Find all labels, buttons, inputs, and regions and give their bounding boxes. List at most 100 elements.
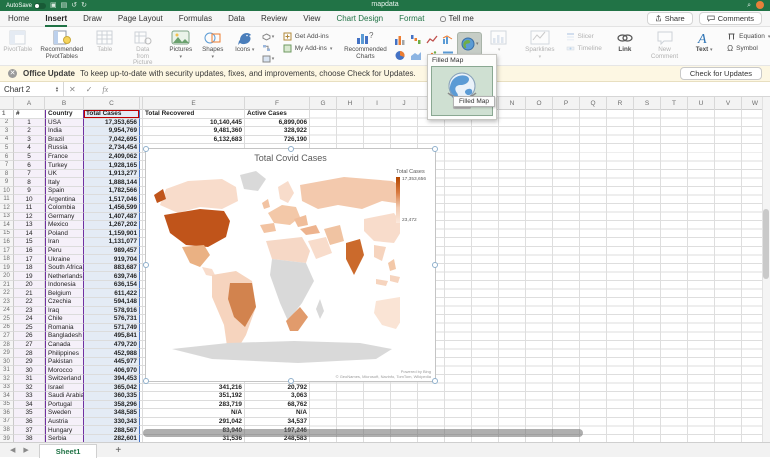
row-number[interactable]: 10 [0,187,14,196]
grid-cell[interactable]: 1,456,599 [84,204,140,213]
tab-chart-design[interactable]: Chart Design [328,11,391,27]
grid-cell[interactable]: Germany [45,213,84,222]
grid-cell[interactable]: Russia [45,144,84,153]
grid-cell[interactable]: Active Cases [245,110,310,119]
grid-cell[interactable]: 365,042 [84,384,140,393]
grid-cell[interactable]: 31 [14,375,45,384]
grid-cell[interactable]: 611,422 [84,289,140,298]
grid-cell[interactable]: 989,457 [84,247,140,256]
grid-cell[interactable]: 24 [14,315,45,324]
text-button[interactable]: A Text ▾ [689,29,719,55]
grid-cell[interactable]: 639,746 [84,272,140,281]
grid-cell[interactable]: 9,954,769 [84,127,140,136]
grid-cell[interactable]: 406,970 [84,366,140,375]
grid-cell[interactable]: USA [45,119,84,128]
grid-cell[interactable]: 29 [14,358,45,367]
grid-cell[interactable]: 26 [14,332,45,341]
cancel-entry-icon[interactable]: ✕ [64,85,81,94]
prev-sheet-icon[interactable]: ◀ [10,446,15,454]
comments-button[interactable]: Comments [699,12,762,25]
grid-cell[interactable]: 19 [14,272,45,281]
timeline-button[interactable]: Timeline [566,44,602,53]
grid-cell[interactable]: 23 [14,307,45,316]
next-sheet-icon[interactable]: ▶ [23,446,28,454]
chart-handle-e[interactable] [432,262,438,268]
row-number[interactable]: 8 [0,170,14,179]
share-button[interactable]: Share [647,12,693,25]
shapes-button[interactable]: Shapes ▾ [198,29,228,61]
grid-cell[interactable]: 291,042 [143,418,245,427]
line-chart-icon[interactable] [424,32,439,47]
grid-cell[interactable]: 35 [14,409,45,418]
grid-cell[interactable]: 36 [14,418,45,427]
grid-cell[interactable]: Mexico [45,221,84,230]
grid-cell[interactable]: Sweden [45,409,84,418]
grid-cell[interactable]: Israel [45,384,84,393]
column-header-Q[interactable]: Q [580,97,607,110]
grid-cell[interactable]: 9 [14,187,45,196]
row-number[interactable]: 27 [0,332,14,341]
row-number[interactable]: 22 [0,289,14,298]
grid-cell[interactable]: 6,132,683 [143,136,245,145]
filled-map-option[interactable] [431,66,493,116]
column-header-R[interactable]: R [607,97,634,110]
row-number[interactable]: 6 [0,153,14,162]
column-header-E[interactable]: E [143,97,245,110]
table-button[interactable]: Table [90,29,120,55]
row-number[interactable]: 11 [0,195,14,204]
grid-cell[interactable]: 17,353,656 [84,119,140,128]
row-number[interactable]: 24 [0,307,14,316]
grid-cell[interactable]: Total Recovered [143,110,245,119]
column-header-N[interactable]: N [499,97,526,110]
grid-cell[interactable]: Italy [45,178,84,187]
row-number[interactable]: 19 [0,264,14,273]
recommended-pivottables-button[interactable]: Recommended PivotTables [36,29,88,61]
grid-cell[interactable]: UK [45,170,84,179]
grid-cell[interactable]: 576,731 [84,315,140,324]
sheet-tab-sheet1[interactable]: Sheet1 [39,444,98,458]
grid-cell[interactable]: 1,517,046 [84,195,140,204]
grid-cell[interactable]: 578,916 [84,307,140,316]
print-icon[interactable]: ▤ [61,2,68,9]
tab-draw[interactable]: Draw [75,11,110,27]
grid-cell[interactable]: 28 [14,349,45,358]
row-number[interactable]: 7 [0,161,14,170]
grid-cell[interactable]: 5 [14,153,45,162]
grid-cell[interactable]: Spain [45,187,84,196]
pie-chart-icon[interactable] [392,48,407,63]
grid-cell[interactable]: 6 [14,161,45,170]
grid-cell[interactable]: 360,335 [84,392,140,401]
grid-cell[interactable]: 32 [14,384,45,393]
row-number[interactable]: 38 [0,426,14,435]
grid-cell[interactable]: 11 [14,204,45,213]
grid-cell[interactable]: Total Cases [84,110,140,119]
column-header-J[interactable]: J [391,97,418,110]
row-number[interactable]: 37 [0,418,14,427]
select-all-corner[interactable] [0,97,14,110]
get-addins-button[interactable]: Get Add-ins [283,32,333,41]
grid-cell[interactable]: 37 [14,426,45,435]
grid-cell[interactable]: Switzerland [45,375,84,384]
autosave-toggle[interactable]: AutoSave [6,3,46,9]
tell-me-button[interactable]: Tell me [432,11,481,27]
avatar[interactable] [756,1,764,9]
data-from-picture-button[interactable]: Data from Picture [128,29,158,68]
column-header-F[interactable]: F [245,97,310,110]
undo-icon[interactable]: ↺ [71,2,77,9]
grid-cell[interactable]: 919,704 [84,255,140,264]
grid-cell[interactable]: 1,913,277 [84,170,140,179]
chart-handle-se[interactable] [432,378,438,384]
grid-cell[interactable]: 2 [14,127,45,136]
screenshot-button[interactable]: ▾ [262,54,275,63]
grid-cell[interactable]: # [14,110,45,119]
grid-cell[interactable]: Iraq [45,307,84,316]
grid-cell[interactable]: 2,734,454 [84,144,140,153]
grid-cell[interactable]: 358,296 [84,401,140,410]
grid-cell[interactable]: 8 [14,178,45,187]
grid-cell[interactable]: 30 [14,366,45,375]
grid-cell[interactable]: N/A [245,409,310,418]
row-number[interactable]: 28 [0,341,14,350]
row-number[interactable]: 34 [0,392,14,401]
tab-formulas[interactable]: Formulas [171,11,220,27]
grid-cell[interactable]: 594,148 [84,298,140,307]
